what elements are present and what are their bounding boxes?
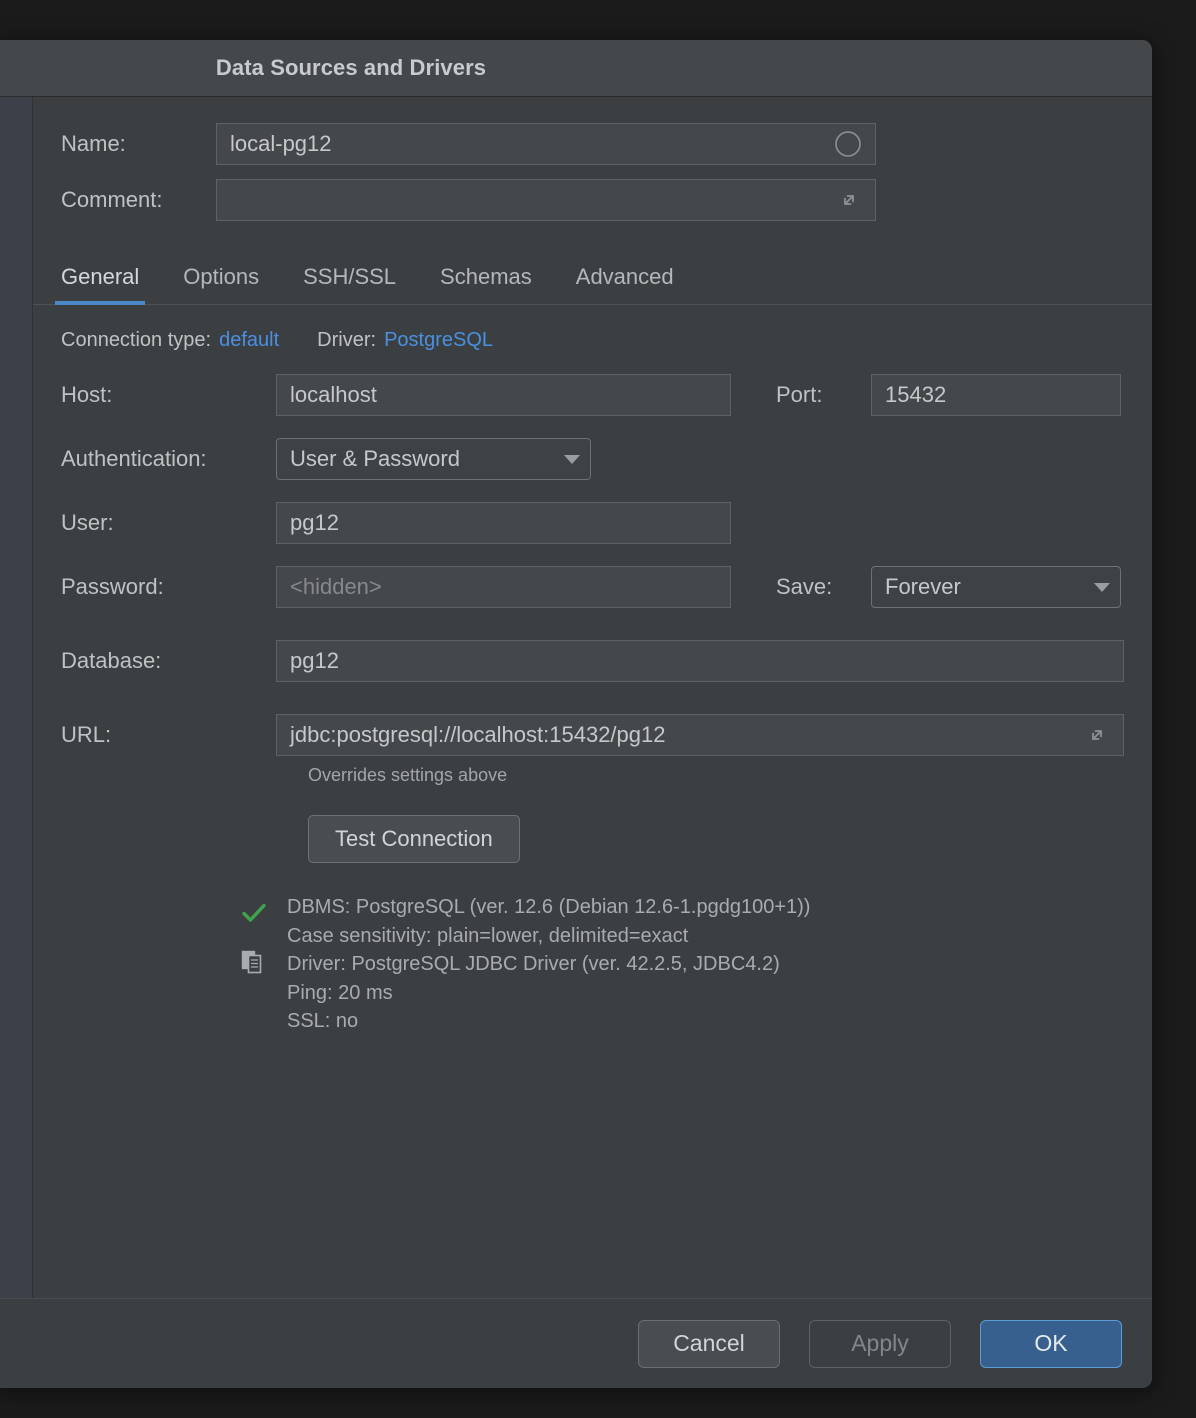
tab-options-label: Options — [183, 264, 259, 289]
save-label: Save: — [776, 574, 871, 600]
comment-row: Comment: — [33, 165, 1152, 221]
port-label: Port: — [776, 382, 871, 408]
port-input-value: 15432 — [872, 382, 946, 408]
ok-button[interactable]: OK — [980, 1320, 1122, 1368]
authentication-select[interactable]: User & Password — [276, 438, 591, 480]
user-row: User: pg12 — [33, 502, 1152, 544]
tab-general[interactable]: General — [61, 264, 139, 304]
url-row: URL: jdbc:postgresql://localhost:15432/p… — [33, 714, 1152, 756]
result-lines: DBMS: PostgreSQL (ver. 12.6 (Debian 12.6… — [287, 893, 1152, 1036]
result-line-ssl: SSL: no — [287, 1007, 1152, 1036]
tab-schemas[interactable]: Schemas — [440, 264, 532, 304]
save-value: Forever — [885, 574, 961, 600]
dialog-footer: Cancel Apply OK — [0, 1298, 1152, 1388]
authentication-row: Authentication: User & Password — [33, 438, 1152, 480]
url-input[interactable]: jdbc:postgresql://localhost:15432/pg12 — [276, 714, 1124, 756]
tab-bar: General Options SSH/SSL Schemas Advanced — [33, 257, 1152, 305]
result-icons — [233, 893, 287, 1036]
tab-advanced[interactable]: Advanced — [576, 264, 674, 304]
tab-schemas-label: Schemas — [440, 264, 532, 289]
driver-label: Driver: — [317, 329, 376, 352]
authentication-label: Authentication: — [61, 446, 276, 472]
password-row: Password: <hidden> Save: Forever — [33, 566, 1152, 608]
cancel-button[interactable]: Cancel — [638, 1320, 780, 1368]
password-input[interactable]: <hidden> — [276, 566, 731, 608]
database-input[interactable]: pg12 — [276, 640, 1124, 682]
name-input-value: local-pg12 — [217, 131, 332, 157]
connection-result-block: DBMS: PostgreSQL (ver. 12.6 (Debian 12.6… — [33, 893, 1152, 1036]
host-label: Host: — [61, 382, 276, 408]
test-connection-button[interactable]: Test Connection — [308, 815, 520, 863]
dialog-title: Data Sources and Drivers — [216, 55, 486, 81]
password-input-placeholder: <hidden> — [277, 574, 382, 600]
result-line-ping: Ping: 20 ms — [287, 979, 1152, 1008]
authentication-value: User & Password — [290, 446, 460, 472]
connection-type-value-link[interactable]: default — [219, 329, 279, 352]
result-line-case-sensitivity: Case sensitivity: plain=lower, delimited… — [287, 922, 1152, 951]
apply-button[interactable]: Apply — [809, 1320, 951, 1368]
tab-general-label: General — [61, 264, 139, 289]
database-input-value: pg12 — [277, 648, 339, 674]
dialog-titlebar: Data Sources and Drivers — [0, 40, 1152, 97]
chevron-down-icon — [1094, 583, 1110, 592]
name-label: Name: — [61, 131, 216, 157]
tab-ssh-ssl[interactable]: SSH/SSL — [303, 264, 396, 304]
port-input[interactable]: 15432 — [871, 374, 1121, 416]
connection-type-label: Connection type: — [61, 329, 211, 352]
user-input[interactable]: pg12 — [276, 502, 731, 544]
save-select[interactable]: Forever — [871, 566, 1121, 608]
name-row: Name: local-pg12 — [33, 97, 1152, 165]
connection-meta-row: Connection type: default Driver: Postgre… — [33, 305, 1152, 352]
comment-input[interactable] — [216, 179, 876, 221]
circle-icon[interactable] — [834, 130, 862, 158]
user-input-value: pg12 — [277, 510, 339, 536]
tab-advanced-label: Advanced — [576, 264, 674, 289]
dialog-body: Name: local-pg12 Comment: — [0, 97, 1152, 1298]
expand-diagonal-icon[interactable] — [1084, 722, 1110, 748]
result-line-dbms: DBMS: PostgreSQL (ver. 12.6 (Debian 12.6… — [287, 893, 1152, 922]
left-rail — [0, 97, 33, 1298]
password-label: Password: — [61, 574, 276, 600]
database-row: Database: pg12 — [33, 640, 1152, 682]
host-input-value: localhost — [277, 382, 377, 408]
comment-label: Comment: — [61, 187, 216, 213]
expand-diagonal-icon[interactable] — [836, 187, 862, 213]
host-input[interactable]: localhost — [276, 374, 731, 416]
user-label: User: — [61, 510, 276, 536]
url-input-value: jdbc:postgresql://localhost:15432/pg12 — [277, 722, 665, 748]
data-sources-dialog: Data Sources and Drivers Name: local-pg1… — [0, 40, 1152, 1388]
tab-ssh-ssl-label: SSH/SSL — [303, 264, 396, 289]
test-connection-wrapper: Test Connection — [33, 815, 1152, 863]
name-input[interactable]: local-pg12 — [216, 123, 876, 165]
chevron-down-icon — [564, 455, 580, 464]
tab-options[interactable]: Options — [183, 264, 259, 304]
database-label: Database: — [61, 648, 276, 674]
url-label: URL: — [61, 722, 276, 748]
driver-value-link[interactable]: PostgreSQL — [384, 329, 493, 352]
content-panel: Name: local-pg12 Comment: — [33, 97, 1152, 1298]
result-line-driver: Driver: PostgreSQL JDBC Driver (ver. 42.… — [287, 950, 1152, 979]
host-port-row: Host: localhost Port: 15432 — [33, 374, 1152, 416]
copy-icon[interactable] — [241, 949, 265, 980]
url-hint: Overrides settings above — [33, 765, 1152, 786]
check-mark-icon — [241, 901, 267, 930]
